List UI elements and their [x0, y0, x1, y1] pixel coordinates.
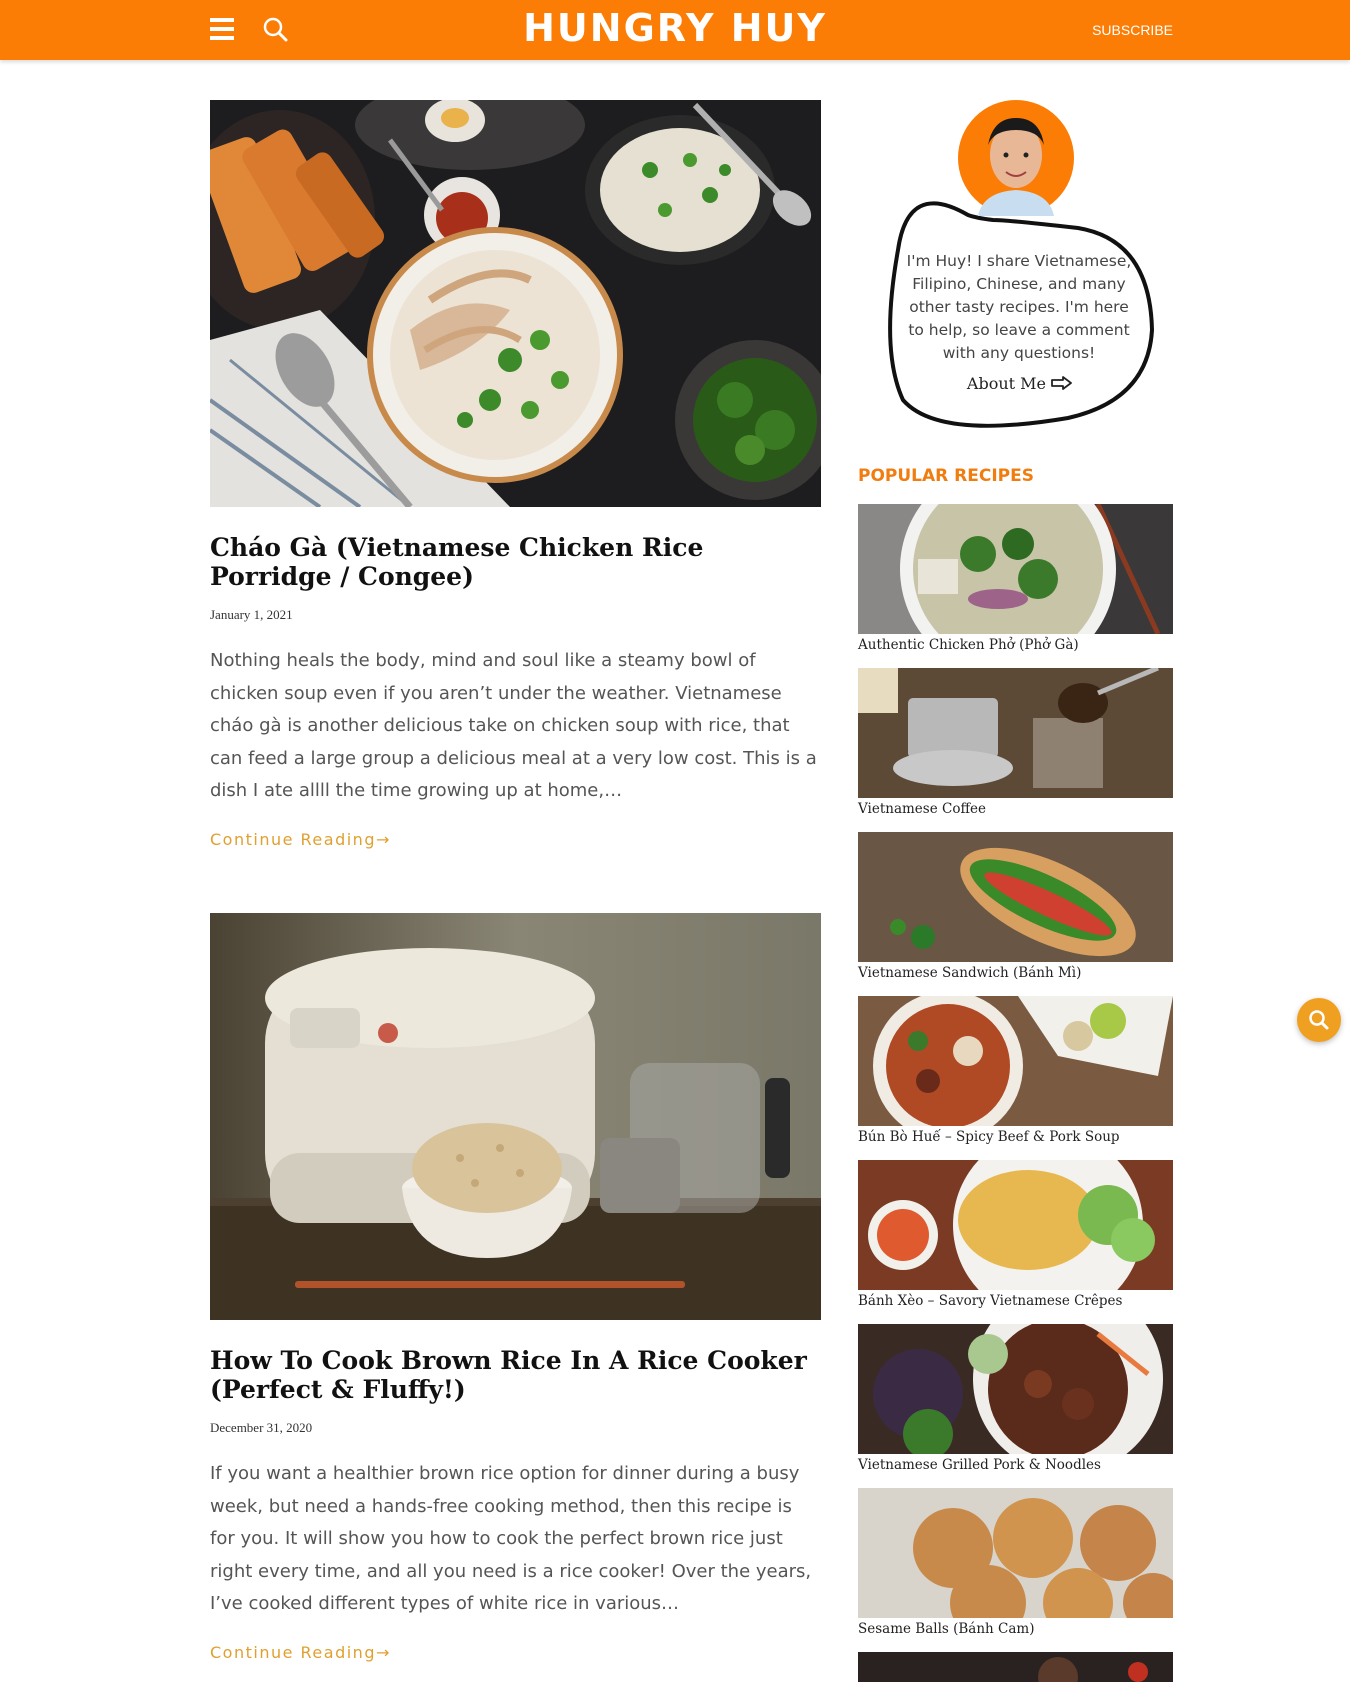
post-title[interactable]: How To Cook Brown Rice In A Rice Cooker … — [210, 1346, 821, 1404]
post-excerpt: Nothing heals the body, mind and soul li… — [210, 650, 817, 801]
recipe-title[interactable]: Vietnamese Sandwich (Bánh Mì) — [858, 965, 1173, 981]
post-image-chao-ga[interactable] — [210, 100, 821, 507]
recipe-title[interactable]: Sesame Balls (Bánh Cam) — [858, 1621, 1173, 1637]
recipe-thumbnail[interactable] — [858, 1488, 1173, 1618]
recipe-thumbnail[interactable] — [858, 504, 1173, 634]
recipe-thumbnail[interactable] — [858, 1160, 1173, 1290]
recipe-thumbnail[interactable] — [858, 996, 1173, 1126]
post-card: Cháo Gà (Vietnamese Chicken Rice Porridg… — [210, 100, 821, 849]
menu-icon[interactable] — [210, 18, 234, 40]
popular-recipe-item[interactable]: Vietnamese Sandwich (Bánh Mì) — [858, 832, 1173, 981]
recipe-title[interactable]: Bánh Xèo – Savory Vietnamese Crêpes — [858, 1293, 1173, 1309]
recipe-thumbnail[interactable] — [858, 668, 1173, 798]
popular-recipe-item[interactable]: Vietnamese Coffee — [858, 668, 1173, 817]
post-title[interactable]: Cháo Gà (Vietnamese Chicken Rice Porridg… — [210, 533, 821, 591]
post-date: January 1, 2021 — [210, 607, 293, 622]
popular-recipe-item[interactable] — [858, 1652, 1173, 1682]
popular-recipe-item[interactable]: Bánh Xèo – Savory Vietnamese Crêpes — [858, 1160, 1173, 1309]
about-me-link[interactable]: About Me — [960, 374, 1080, 393]
recipe-title[interactable]: Authentic Chicken Phở (Phở Gà) — [858, 637, 1173, 653]
post-card: How To Cook Brown Rice In A Rice Cooker … — [210, 913, 821, 1662]
site-header: HUNGRY HUY SUBSCRIBE — [0, 0, 1350, 60]
recipe-title[interactable]: Bún Bò Huế – Spicy Beef & Pork Soup — [858, 1129, 1173, 1145]
arrow-right-icon — [1051, 374, 1073, 393]
recipe-thumbnail[interactable] — [858, 1652, 1173, 1682]
popular-recipe-item[interactable]: Authentic Chicken Phở (Phở Gà) — [858, 504, 1173, 653]
post-excerpt: If you want a healthier brown rice optio… — [210, 1463, 812, 1614]
post-image-brown-rice[interactable] — [210, 913, 821, 1320]
search-icon[interactable] — [262, 16, 288, 42]
continue-reading-link[interactable]: Continue Reading→ — [210, 830, 391, 849]
post-date: December 31, 2020 — [210, 1420, 313, 1435]
recipe-thumbnail[interactable] — [858, 1324, 1173, 1454]
floating-search-button[interactable] — [1297, 998, 1341, 1042]
search-icon — [1309, 1010, 1329, 1030]
recipe-title[interactable]: Vietnamese Grilled Pork & Noodles — [858, 1457, 1173, 1473]
continue-reading-link[interactable]: Continue Reading→ — [210, 1643, 391, 1662]
popular-recipes-heading: POPULAR RECIPES — [858, 466, 1034, 486]
popular-recipe-item[interactable]: Bún Bò Huế – Spicy Beef & Pork Soup — [858, 996, 1173, 1145]
popular-recipe-item[interactable]: Sesame Balls (Bánh Cam) — [858, 1488, 1173, 1637]
subscribe-link[interactable]: SUBSCRIBE — [1092, 22, 1173, 38]
recipe-thumbnail[interactable] — [858, 832, 1173, 962]
about-me-label[interactable]: About Me — [967, 374, 1046, 393]
recipe-title[interactable]: Vietnamese Coffee — [858, 801, 1173, 817]
popular-recipe-item[interactable]: Vietnamese Grilled Pork & Noodles — [858, 1324, 1173, 1473]
about-description: I'm Huy! I share Vietnamese, Filipino, C… — [906, 252, 1132, 362]
